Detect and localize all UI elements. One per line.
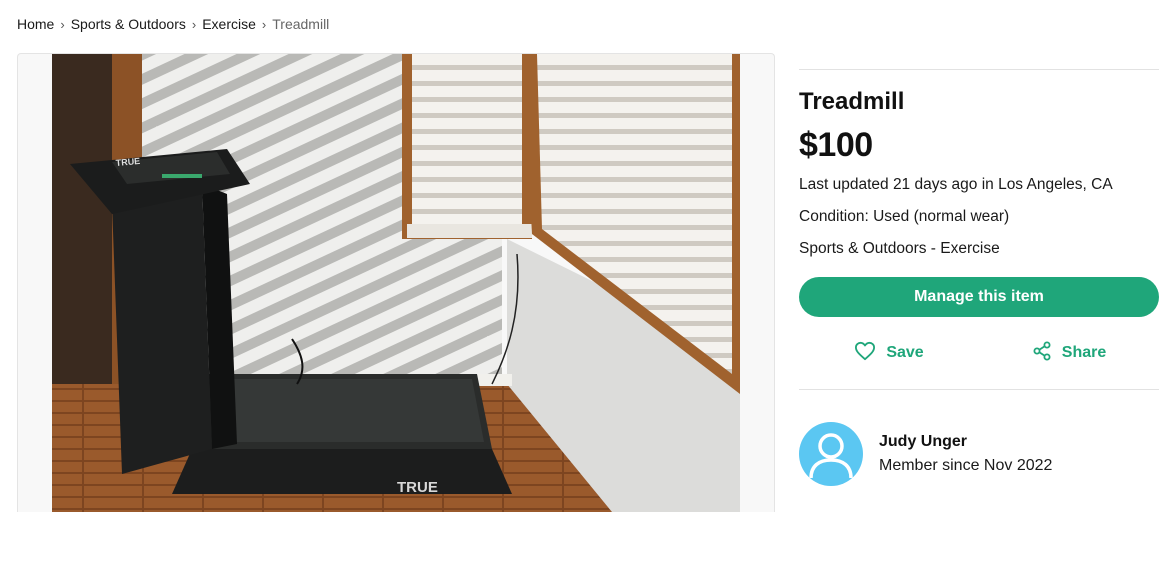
user-avatar-icon[interactable] bbox=[799, 422, 863, 486]
heart-icon bbox=[854, 341, 886, 366]
breadcrumb: Home › Sports & Outdoors › Exercise › Tr… bbox=[17, 16, 329, 32]
breadcrumb-category[interactable]: Sports & Outdoors bbox=[71, 16, 186, 32]
svg-text:TRUE: TRUE bbox=[115, 156, 140, 168]
listing-price: $100 bbox=[799, 126, 873, 164]
share-icon bbox=[1032, 341, 1062, 366]
divider bbox=[799, 389, 1159, 390]
save-label: Save bbox=[886, 344, 924, 361]
treadmill-brand: TRUE bbox=[397, 479, 438, 496]
listing-category: Sports & Outdoors - Exercise bbox=[799, 240, 1000, 257]
seller-member-since: Member since Nov 2022 bbox=[879, 457, 1053, 474]
listing-actions: Save Share bbox=[799, 317, 1159, 389]
listing-updated: Last updated 21 days ago in Los Angeles,… bbox=[799, 176, 1113, 193]
listing-title: Treadmill bbox=[799, 88, 905, 115]
manage-item-button[interactable]: Manage this item bbox=[799, 277, 1159, 317]
seller-name[interactable]: Judy Unger bbox=[879, 430, 1052, 454]
listing-photo[interactable]: TRUE TRUE bbox=[52, 54, 740, 512]
share-button[interactable]: Share bbox=[979, 341, 1159, 366]
breadcrumb-subcategory[interactable]: Exercise bbox=[202, 16, 256, 32]
breadcrumb-separator: › bbox=[191, 16, 197, 32]
breadcrumb-current: Treadmill bbox=[272, 16, 330, 32]
breadcrumb-home[interactable]: Home bbox=[17, 16, 54, 32]
listing-condition: Condition: Used (normal wear) bbox=[799, 208, 1010, 225]
listing-details: Treadmill $100 Last updated 21 days ago … bbox=[799, 69, 1159, 486]
breadcrumb-separator: › bbox=[261, 16, 267, 32]
save-button[interactable]: Save bbox=[799, 341, 979, 366]
seller-info[interactable]: Judy Unger Member since Nov 2022 bbox=[799, 422, 1159, 486]
breadcrumb-separator: › bbox=[60, 16, 65, 32]
photo-gallery[interactable]: TRUE TRUE bbox=[17, 53, 775, 512]
divider bbox=[799, 69, 1159, 70]
share-label: Share bbox=[1061, 344, 1107, 361]
